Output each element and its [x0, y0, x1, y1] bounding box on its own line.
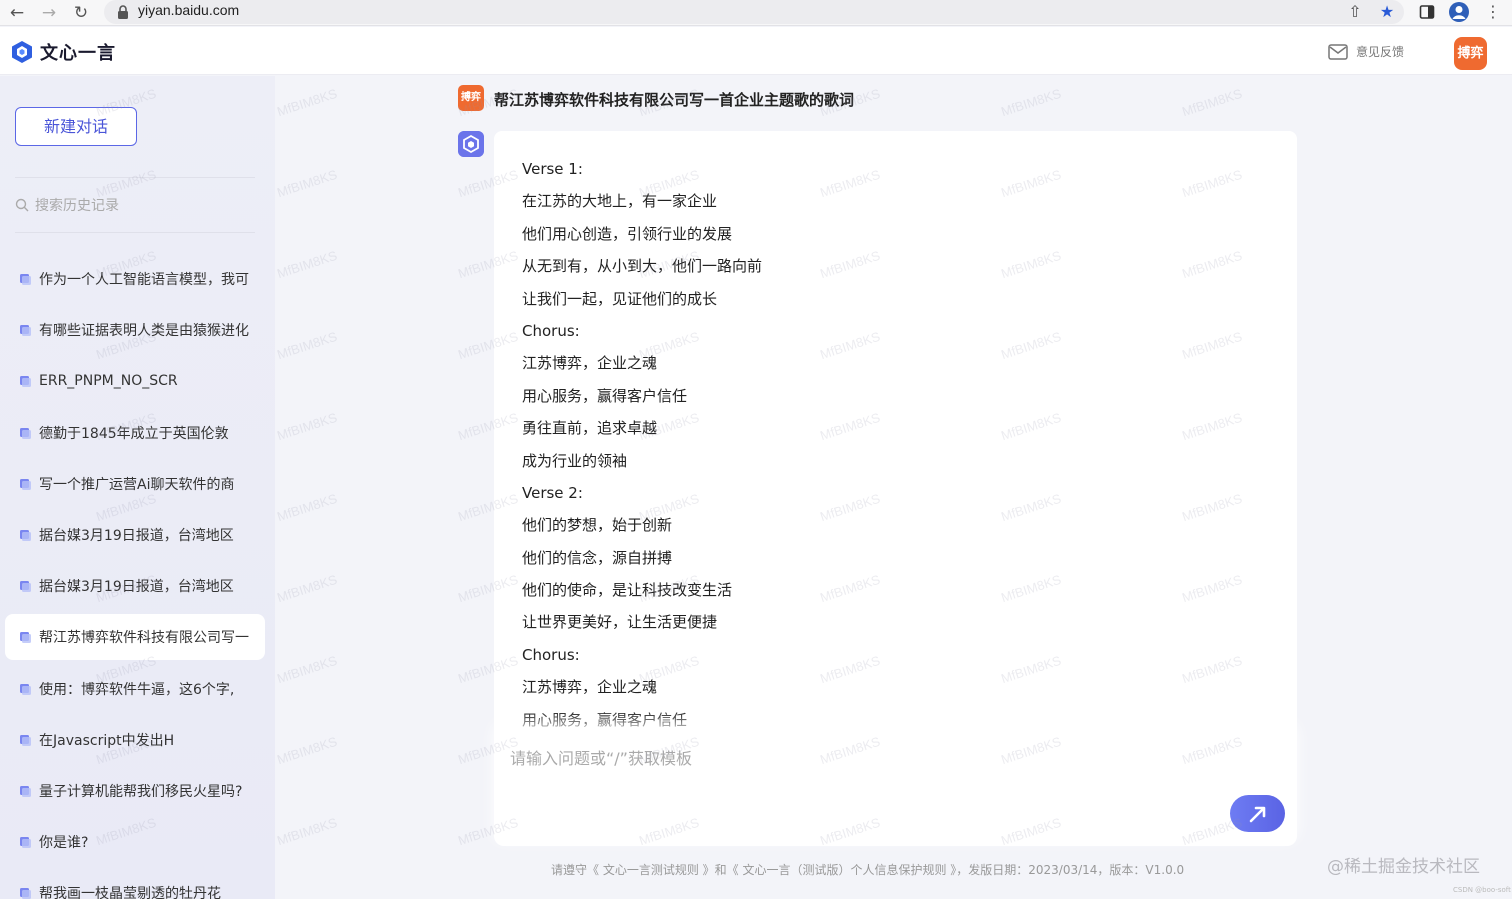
answer-line: 让我们一起，见证他们的成长: [522, 289, 718, 308]
history-item-label: 据台媒3月19日报道，台湾地区: [39, 528, 234, 544]
history-item[interactable]: 作为一个人工智能语言模型，我可: [5, 256, 265, 302]
history-item-label: 在Javascript中发出H: [39, 732, 175, 749]
send-button[interactable]: [1230, 795, 1285, 832]
history-item[interactable]: 帮江苏博弈软件科技有限公司写一: [5, 614, 265, 661]
history-search[interactable]: 搜索历史记录: [15, 194, 255, 216]
bot-avatar-icon: [458, 131, 484, 157]
answer-line: 他们的梦想，始于创新: [522, 516, 673, 535]
feedback-link[interactable]: 意见反馈: [1328, 43, 1404, 60]
history-item-label: 德勤于1845年成立于英国伦敦: [39, 425, 229, 442]
answer-line: 在江苏的大地上，有一家企业: [522, 192, 718, 211]
chat-bubble-icon: [20, 888, 31, 899]
back-icon[interactable]: ←: [6, 2, 28, 24]
answer-line: 让世界更美好，让生活更便捷: [522, 613, 718, 632]
search-placeholder: 搜索历史记录: [35, 198, 119, 214]
url-text: yiyan.baidu.com: [138, 2, 240, 18]
sidebar: 新建对话 搜索历史记录 作为一个人工智能语言模型，我可 有哪些证据表明人类是由猿猴…: [0, 76, 275, 899]
history-item[interactable]: 写一个推广运营Ai聊天软件的商: [5, 461, 265, 507]
site-watermark: @稀土掘金技术社区: [1327, 857, 1480, 877]
chat-bubble-icon: [20, 376, 31, 388]
history-item[interactable]: 使用：博弈软件牛逼，这6个字,: [5, 666, 265, 712]
history-item-label: 据台媒3月19日报道，台湾地区: [39, 579, 234, 596]
history-item[interactable]: 帮我画一枝晶莹剔透的牡丹花: [5, 870, 265, 899]
history-item[interactable]: ERR_PNPM_NO_SCR: [5, 358, 265, 404]
history-item[interactable]: 量子计算机能帮我们移民火星吗?: [5, 768, 265, 814]
chat-bubble-icon: [20, 837, 31, 849]
answer-line: 用心服务，赢得客户信任: [522, 386, 688, 405]
history-item[interactable]: 在Javascript中发出H: [5, 717, 265, 763]
history-item[interactable]: 德勤于1845年成立于英国伦敦: [5, 410, 265, 456]
bookmark-star-icon[interactable]: ★: [1376, 1, 1398, 23]
history-item-label: 有哪些证据表明人类是由猿猴进化: [39, 323, 249, 340]
share-icon[interactable]: ⇧: [1344, 1, 1366, 23]
history-item[interactable]: 有哪些证据表明人类是由猿猴进化: [5, 307, 265, 353]
question-avatar: 搏弈: [458, 85, 484, 111]
answer-line: 他们的使命，是让科技改变生活: [522, 581, 733, 600]
history-item[interactable]: 据台媒3月19日报道，台湾地区: [5, 563, 265, 609]
history-item-label: 帮我画一枝晶莹剔透的牡丹花: [39, 886, 221, 899]
address-bar[interactable]: yiyan.baidu.com ⇧ ★: [104, 0, 1404, 24]
chat-bubble-icon: [20, 786, 31, 797]
lock-icon: [118, 5, 128, 19]
search-icon: [15, 198, 29, 212]
history-item[interactable]: 据台媒3月19日报道，台湾地区: [5, 512, 265, 558]
answer-body: Verse 1: 在江苏的大地上，有一家企业 他们用心创造，引领行业的发展从无到有，…: [522, 153, 1269, 736]
history-item[interactable]: 你是谁?: [5, 819, 265, 865]
csdn-watermark: CSDN @boo-soft: [1453, 886, 1511, 894]
send-icon: [1249, 806, 1265, 822]
chat-input-box[interactable]: [494, 729, 1297, 846]
answer-line: Chorus:: [522, 321, 580, 340]
mail-icon: [1328, 43, 1348, 60]
reload-icon[interactable]: ↻: [70, 2, 92, 24]
forward-icon[interactable]: →: [38, 2, 60, 24]
chat-bubble-icon: [20, 325, 31, 337]
more-menu-icon[interactable]: ⋮: [1482, 1, 1504, 23]
chat-input[interactable]: [510, 745, 1210, 785]
app-title: 文心一言: [40, 43, 116, 64]
chat-bubble-icon: [20, 581, 31, 593]
footer-note: 请遵守《 文心一言测试规则 》和《 文心一言（测试版）个人信息保护规则 》，发版…: [551, 863, 1185, 877]
user-avatar[interactable]: 搏弈: [1454, 37, 1487, 70]
history-item-label: 写一个推广运营Ai聊天软件的商: [39, 476, 235, 493]
wenxin-logo-icon: [12, 41, 32, 63]
history-item-label: 你是谁?: [39, 835, 89, 852]
answer-line: 江苏博弈，企业之魂: [522, 678, 658, 697]
chat-bubble-icon: [20, 530, 31, 541]
chat-bubble-icon: [20, 427, 31, 439]
app-header: 文心一言 意见反馈 搏弈: [0, 27, 1512, 75]
answer-line: 他们用心创造，引领行业的发展: [522, 224, 733, 243]
answer-line: 勇往直前，追求卓越: [522, 419, 658, 438]
chat-bubble-icon: [20, 478, 31, 490]
history-item-label: 量子计算机能帮我们移民火星吗?: [39, 784, 243, 800]
chat-bubble-icon: [20, 683, 31, 695]
profile-icon[interactable]: [1448, 1, 1470, 23]
answer-line: Verse 2:: [522, 483, 583, 502]
answer-line: 江苏博弈，企业之魂: [522, 354, 658, 373]
answer-card: Verse 1: 在江苏的大地上，有一家企业 他们用心创造，引领行业的发展从无到有，…: [494, 131, 1297, 799]
sidebar-toggle-icon[interactable]: [1416, 1, 1438, 23]
answer-line: 从无到有，从小到大，他们一路向前: [522, 257, 763, 276]
chat-bubble-icon: [20, 734, 31, 746]
history-item-label: 使用：博弈软件牛逼，这6个字,: [39, 681, 235, 698]
history-item-label: 帮江苏博弈软件科技有限公司写一: [39, 630, 249, 647]
history-item-label: 作为一个人工智能语言模型，我可: [39, 272, 249, 288]
history-item-label: ERR_PNPM_NO_SCR: [39, 373, 178, 390]
browser-toolbar: ← → ↻ yiyan.baidu.com ⇧ ★ ⋮: [0, 0, 1512, 26]
feedback-label: 意见反馈: [1356, 45, 1405, 59]
chat-main: 搏弈 帮江苏博弈软件科技有限公司写一首企业主题歌的歌词 Verse 1: 在江苏的…: [275, 76, 1512, 899]
answer-line: Chorus:: [522, 645, 580, 664]
chat-bubble-icon: [20, 274, 31, 285]
chat-bubble-icon: [20, 632, 31, 644]
answer-line: 成为行业的领袖: [522, 451, 628, 470]
app-logo[interactable]: 文心一言: [10, 39, 116, 65]
answer-line: Verse 1:: [522, 160, 583, 178]
answer-line: 他们的信念，源自拼搏: [522, 548, 673, 567]
divider: [15, 177, 255, 178]
new-chat-button[interactable]: 新建对话: [15, 107, 137, 146]
divider: [15, 232, 255, 233]
user-question: 帮江苏博弈软件科技有限公司写一首企业主题歌的歌词: [494, 91, 855, 109]
